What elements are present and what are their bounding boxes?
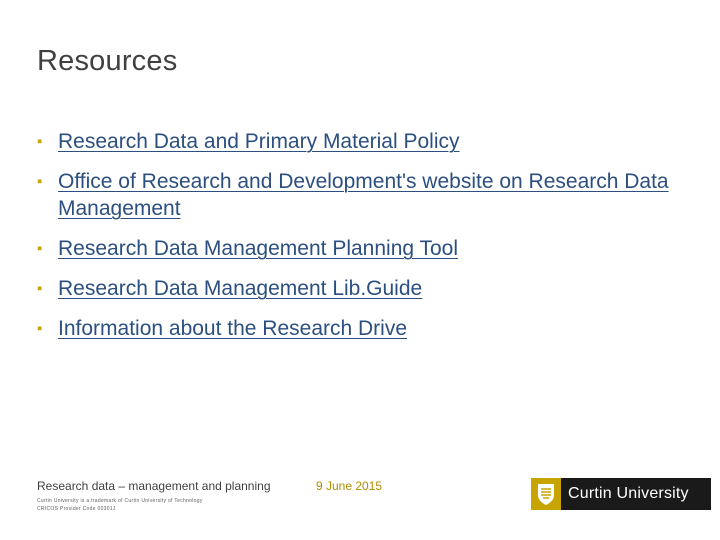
square-bullet-icon: ▪ — [37, 280, 43, 297]
footer-legal-line: Curtin University is a trademark of Curt… — [37, 498, 203, 504]
planning-tool-link[interactable]: Research Data Management Planning Tool — [58, 237, 458, 260]
research-drive-link[interactable]: Information about the Research Drive — [58, 317, 407, 340]
square-bullet-icon: ▪ — [37, 173, 43, 190]
footer-presentation-title: Research data – management and planning — [37, 479, 271, 493]
slide-title: Resources — [37, 45, 178, 77]
curtin-crest-icon — [531, 478, 561, 510]
ord-website-link[interactable]: Office of Research and Development's web… — [58, 170, 669, 220]
list-item: ▪ Research Data Management Lib.Guide — [37, 275, 677, 302]
policy-link[interactable]: Research Data and Primary Material Polic… — [58, 130, 459, 153]
list-item: ▪ Office of Research and Development's w… — [37, 168, 677, 222]
footer-legal: Curtin University is a trademark of Curt… — [37, 497, 203, 513]
list-item: ▪ Research Data and Primary Material Pol… — [37, 128, 677, 155]
logo-wordmark: Curtin University — [561, 478, 711, 510]
square-bullet-icon: ▪ — [37, 320, 43, 337]
resource-list: ▪ Research Data and Primary Material Pol… — [37, 128, 677, 355]
footer-legal-line: CRICOS Provider Code 00301J — [37, 506, 116, 512]
square-bullet-icon: ▪ — [37, 240, 43, 257]
libguide-link[interactable]: Research Data Management Lib.Guide — [58, 277, 422, 300]
square-bullet-icon: ▪ — [37, 133, 43, 150]
list-item: ▪ Information about the Research Drive — [37, 315, 677, 342]
footer-date: 9 June 2015 — [316, 479, 383, 493]
list-item: ▪ Research Data Management Planning Tool — [37, 235, 677, 262]
curtin-logo: Curtin University — [531, 478, 711, 510]
